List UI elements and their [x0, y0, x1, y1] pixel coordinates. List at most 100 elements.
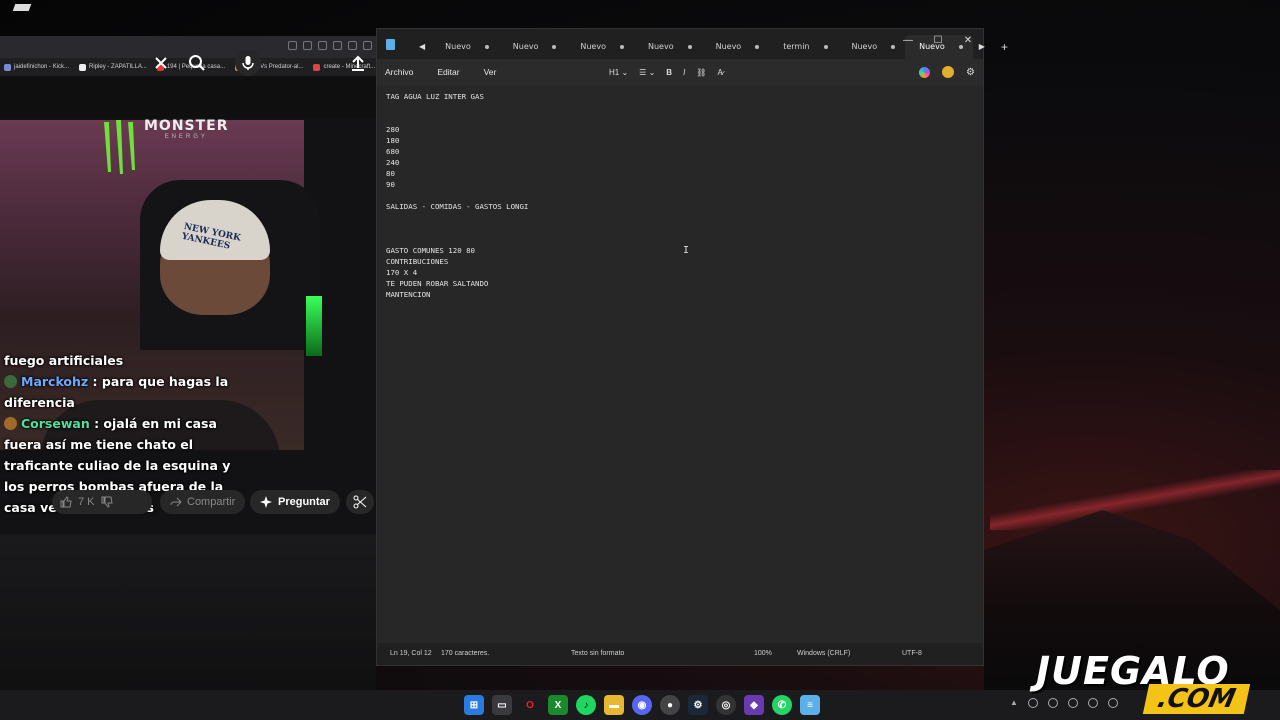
tab-item[interactable]: Nuevo — [702, 35, 770, 59]
editor-line: 90 — [386, 180, 395, 189]
menu-file[interactable]: Archivo — [377, 67, 421, 77]
status-zoom[interactable]: 100% — [754, 650, 772, 657]
opera-icon[interactable]: O — [520, 695, 540, 715]
microphone-icon[interactable] — [235, 50, 261, 76]
bookmark-label: Ripley - ZAPATILLA... — [89, 64, 147, 70]
unsaved-dot-icon — [823, 44, 828, 49]
close-icon[interactable]: ✕ — [953, 29, 983, 51]
wallpaper-streak — [990, 470, 1280, 530]
list-dropdown-icon[interactable]: ☰ ⌄ — [639, 68, 655, 77]
notepad-window: ◀ Nuevo Nuevo Nuevo Nuevo Nuevo termin N… — [376, 28, 1008, 666]
editor-line: TE PUDEN ROBAR SALTANDO — [386, 279, 489, 288]
taskbar-apps: ⊞ ▭ O X ♪ ▬ ◉ ● ⚙ ◎ ◆ ✆ ≡ — [464, 695, 820, 715]
editor-line: CONTRIBUCIONES — [386, 257, 449, 266]
favicon-icon — [79, 63, 87, 71]
avatar[interactable] — [942, 66, 955, 78]
discord-icon[interactable]: ◉ — [632, 695, 652, 715]
notepad-menubar: Archivo Editar Ver H1 ⌄ ☰ ⌄ B I ⛓ A̷ ⚙ — [377, 59, 983, 85]
tab-item[interactable]: Nuevo — [431, 35, 499, 59]
chat-badge-icon — [4, 375, 17, 388]
screenshot-icon[interactable] — [303, 41, 312, 50]
format-toolbar: H1 ⌄ ☰ ⌄ B I ⛓ A̷ — [609, 59, 723, 85]
chat-message: fuego artificiales — [0, 350, 250, 371]
tab-label: Nuevo — [647, 42, 674, 51]
copilot-icon[interactable] — [919, 66, 931, 78]
upload-icon[interactable] — [345, 50, 371, 76]
italic-icon[interactable]: I — [683, 68, 685, 77]
ask-label: Preguntar — [278, 496, 330, 508]
status-position: Ln 19, Col 12 — [390, 650, 432, 657]
bookmark-item[interactable]: Ripley - ZAPATILLA... — [79, 63, 147, 71]
status-encoding[interactable]: UTF-8 — [902, 650, 922, 657]
heading-label: H1 — [609, 67, 620, 77]
search-icon[interactable] — [184, 50, 210, 76]
settings-gear-icon[interactable]: ⚙ — [966, 67, 975, 78]
chat-username: Corsewan — [21, 416, 90, 431]
editor-line: MANTENCION — [386, 290, 431, 299]
whatsapp-icon[interactable]: ✆ — [772, 695, 792, 715]
bold-icon[interactable]: B — [666, 68, 672, 77]
unsaved-dot-icon — [552, 44, 557, 49]
menu-edit[interactable]: Editar — [421, 67, 467, 77]
minimize-icon[interactable]: — — [893, 29, 923, 51]
thumbs-down-icon[interactable] — [101, 496, 113, 508]
xbox-icon[interactable]: X — [548, 695, 568, 715]
link-icon[interactable]: ⛓ — [696, 68, 706, 77]
new-tab-icon[interactable]: + — [991, 40, 1018, 54]
share-button[interactable]: Compartir — [160, 490, 246, 514]
task-view-icon[interactable]: ▭ — [492, 695, 512, 715]
menu-view[interactable]: Ver — [468, 67, 505, 77]
windows-start-icon[interactable]: ⊞ — [464, 695, 484, 715]
spotify-icon[interactable]: ♪ — [576, 695, 596, 715]
ask-button[interactable]: Preguntar — [250, 490, 340, 514]
bookmark-item[interactable]: jaidefinichon - Kick... — [4, 63, 70, 71]
text-editor[interactable]: TAG AGUA LUZ INTER GAS 280 180 680 240 8… — [377, 85, 983, 645]
scissors-icon — [353, 495, 367, 509]
close-icon[interactable] — [148, 50, 174, 76]
play-icon[interactable] — [348, 41, 357, 50]
notepad-right-tools: ⚙ — [919, 59, 975, 85]
extension-icon[interactable] — [318, 41, 327, 50]
editor-line: TAG AGUA LUZ INTER GAS — [386, 92, 484, 101]
sparkle-icon — [260, 496, 272, 508]
tab-item[interactable]: Nuevo — [499, 35, 567, 59]
clear-format-icon[interactable]: A̷ — [717, 68, 722, 77]
editor-line: 170 X 4 — [386, 268, 418, 277]
like-button[interactable]: 7 K — [52, 490, 152, 514]
zoom-icon[interactable] — [288, 41, 297, 50]
bookmark-label: jaidefinichon - Kick... — [14, 64, 70, 70]
notepad-taskbar-icon[interactable]: ≡ — [800, 695, 820, 715]
status-format[interactable]: Texto sin formato — [571, 650, 624, 657]
clip-button[interactable] — [346, 490, 374, 514]
unsaved-dot-icon — [755, 44, 760, 49]
tab-item[interactable]: Nuevo — [566, 35, 634, 59]
app-icon[interactable]: ◆ — [744, 695, 764, 715]
status-line-ending[interactable]: Windows (CRLF) — [797, 650, 850, 657]
tab-label: Nuevo — [512, 42, 539, 51]
obs-icon[interactable]: ● — [660, 695, 680, 715]
chat-username: Marckohz — [21, 374, 89, 389]
steam-icon[interactable]: ⚙ — [688, 695, 708, 715]
shield-icon[interactable] — [333, 41, 342, 50]
heart-icon[interactable] — [363, 41, 372, 50]
tab-item[interactable]: termin — [769, 35, 837, 59]
maximize-icon[interactable]: ☐ — [923, 29, 953, 51]
file-explorer-icon[interactable]: ▬ — [604, 695, 624, 715]
tray-chevron-icon[interactable]: ▲ — [1010, 698, 1018, 708]
chrome-icon[interactable]: ◎ — [716, 695, 736, 715]
heading-dropdown[interactable]: H1 ⌄ — [609, 68, 628, 77]
share-label: Compartir — [187, 496, 236, 508]
tab-scroll-left-icon[interactable]: ◀ — [413, 42, 431, 51]
monster-brand: MONSTER — [144, 118, 229, 134]
editor-line: 240 — [386, 158, 400, 167]
notepad-titlebar[interactable]: ◀ Nuevo Nuevo Nuevo Nuevo Nuevo termin N… — [377, 29, 1008, 59]
tab-item[interactable]: Nuevo — [634, 35, 702, 59]
favicon-icon — [4, 63, 11, 71]
tab-label: Nuevo — [715, 42, 742, 51]
favicon-icon — [313, 63, 321, 71]
unsaved-dot-icon — [619, 44, 624, 49]
thumbs-up-icon — [60, 496, 72, 508]
